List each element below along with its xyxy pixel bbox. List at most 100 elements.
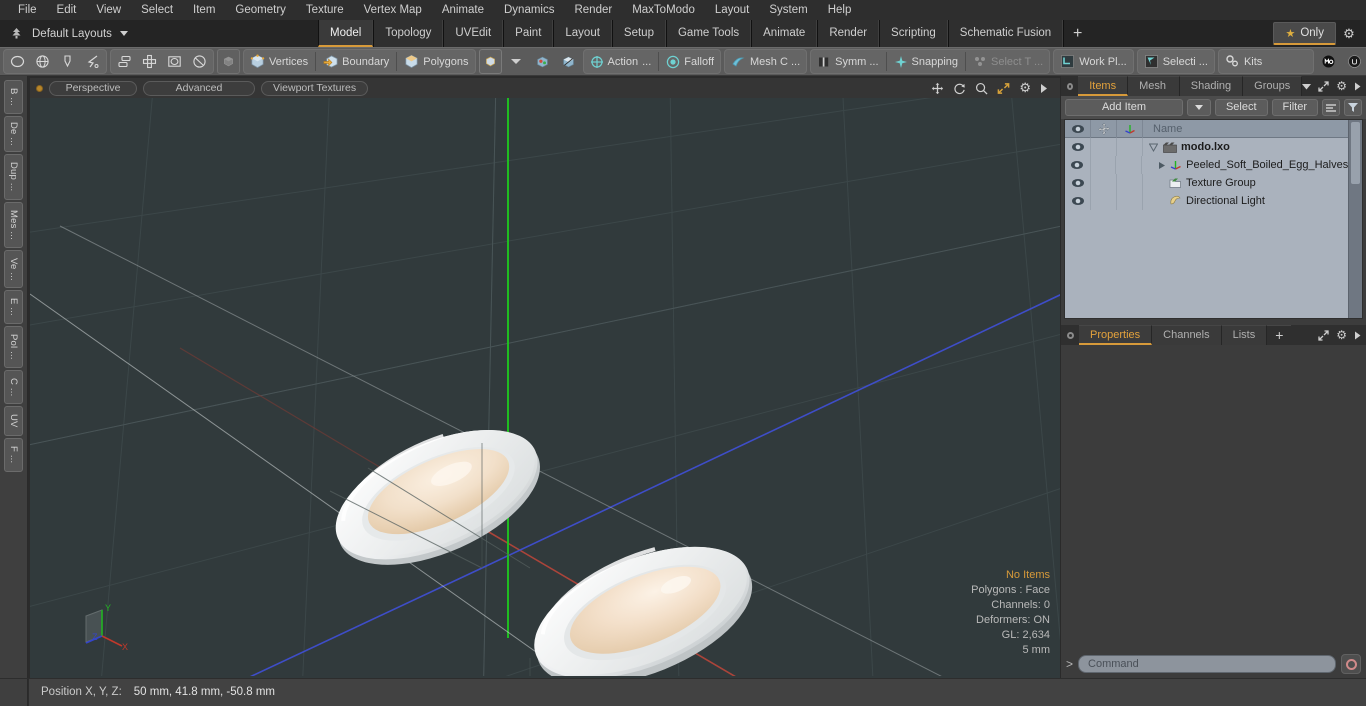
unreal-badge-icon[interactable] bbox=[1343, 50, 1366, 73]
layout-selector[interactable]: Default Layouts bbox=[0, 20, 318, 47]
table-row[interactable]: Texture Group bbox=[1065, 174, 1348, 192]
workplane-button[interactable]: Work Pl... bbox=[1055, 50, 1131, 73]
tab-shading[interactable]: Shading bbox=[1179, 76, 1244, 96]
plus-frame-icon[interactable] bbox=[137, 50, 162, 73]
expand-icon[interactable] bbox=[1318, 329, 1329, 341]
item-list-scrollbar[interactable] bbox=[1348, 120, 1362, 318]
tab-lists[interactable]: Lists bbox=[1221, 325, 1268, 345]
item-list[interactable]: Name modo.lxo Peeled_Soft_Boiled_Egg_Hal… bbox=[1064, 119, 1363, 319]
viewport-shading-mode[interactable]: Advanced bbox=[143, 80, 255, 96]
table-row[interactable]: modo.lxo bbox=[1065, 138, 1348, 156]
vertical-tab-curve[interactable]: C ... bbox=[4, 370, 23, 404]
pen-icon[interactable] bbox=[55, 50, 80, 73]
selection-mode-polygons[interactable]: Polygons bbox=[399, 50, 473, 73]
filter-button[interactable]: Filter bbox=[1271, 99, 1318, 116]
eye-icon[interactable] bbox=[1065, 174, 1091, 192]
menu-item-system[interactable]: System bbox=[759, 0, 817, 20]
vertical-tab-deform[interactable]: De ... bbox=[4, 116, 23, 152]
tab-paint[interactable]: Paint bbox=[503, 20, 554, 47]
menu-item-animate[interactable]: Animate bbox=[432, 0, 494, 20]
tab-uvedit[interactable]: UVEdit bbox=[443, 20, 504, 47]
add-item-dropdown-icon[interactable] bbox=[1186, 99, 1211, 116]
item-cube-icon[interactable] bbox=[478, 49, 502, 74]
falloff-button[interactable]: Falloff bbox=[661, 50, 719, 73]
menu-item-render[interactable]: Render bbox=[564, 0, 622, 20]
menu-item-geometry[interactable]: Geometry bbox=[225, 0, 296, 20]
viewport-textures-mode[interactable]: Viewport Textures bbox=[261, 80, 369, 96]
tab-game-tools[interactable]: Game Tools bbox=[665, 20, 752, 47]
globe-icon[interactable] bbox=[30, 50, 55, 73]
selection-mode-vertices[interactable]: Vertices bbox=[245, 50, 313, 73]
eye-icon[interactable] bbox=[1065, 156, 1091, 174]
item-row-content[interactable]: Directional Light bbox=[1143, 195, 1265, 207]
item-row-content[interactable]: Peeled_Soft_Boiled_Egg_Halves bbox=[1142, 159, 1348, 171]
rotate-icon[interactable] bbox=[953, 82, 966, 95]
tab-schematic-fusion[interactable]: Schematic Fusion bbox=[947, 20, 1064, 47]
expander-collapsed-icon[interactable] bbox=[1158, 161, 1166, 170]
scrollbar-thumb[interactable] bbox=[1351, 122, 1360, 184]
table-row[interactable]: Peeled_Soft_Boiled_Egg_Halves bbox=[1065, 156, 1348, 174]
kits-button[interactable]: Kits bbox=[1220, 50, 1312, 73]
lasso-icon[interactable] bbox=[80, 50, 105, 73]
chevron-right-icon[interactable] bbox=[1354, 331, 1361, 340]
selection-mode-boundary[interactable]: Boundary bbox=[318, 50, 394, 73]
action-center-button[interactable]: Action ... bbox=[585, 50, 657, 73]
gear-icon[interactable]: ⚙ bbox=[1019, 80, 1031, 96]
menu-item-vertex-map[interactable]: Vertex Map bbox=[354, 0, 432, 20]
vertical-tab-basic[interactable]: B ... bbox=[4, 80, 23, 114]
menu-item-edit[interactable]: Edit bbox=[47, 0, 87, 20]
fit-icon[interactable] bbox=[997, 82, 1010, 95]
add-properties-tab-button[interactable]: + bbox=[1267, 325, 1292, 345]
tab-items[interactable]: Items bbox=[1078, 76, 1129, 96]
list-icon[interactable] bbox=[1322, 99, 1340, 116]
menu-item-select[interactable]: Select bbox=[131, 0, 183, 20]
add-tab-button[interactable]: + bbox=[1063, 20, 1091, 47]
command-input[interactable]: Command bbox=[1078, 655, 1336, 673]
zoom-icon[interactable] bbox=[975, 82, 988, 95]
viewport-3d[interactable]: Y X Z No Items Polygons : Face Channels:… bbox=[30, 98, 1060, 678]
move-icon[interactable] bbox=[931, 82, 944, 95]
menu-item-file[interactable]: File bbox=[8, 0, 47, 20]
tab-model[interactable]: Model bbox=[318, 20, 374, 47]
table-row[interactable]: Directional Light bbox=[1065, 192, 1348, 210]
add-item-button[interactable]: Add Item bbox=[1065, 99, 1183, 116]
tab-channels[interactable]: Channels bbox=[1152, 325, 1222, 345]
tab-setup[interactable]: Setup bbox=[611, 20, 666, 47]
eye-icon[interactable] bbox=[1065, 138, 1091, 156]
vertical-tab-uv[interactable]: UV bbox=[4, 406, 23, 436]
tab-render[interactable]: Render bbox=[817, 20, 880, 47]
center-axis-icon[interactable] bbox=[557, 50, 580, 73]
vertical-tab-vertex[interactable]: Ve ... bbox=[4, 250, 23, 288]
chevron-right-icon[interactable] bbox=[1040, 83, 1048, 94]
record-icon[interactable] bbox=[1341, 654, 1361, 674]
tab-layout[interactable]: Layout bbox=[553, 20, 612, 47]
select-button[interactable]: Select bbox=[1214, 99, 1268, 116]
center-pivot-icon[interactable] bbox=[531, 50, 554, 73]
circle-icon[interactable] bbox=[5, 50, 30, 73]
tab-properties[interactable]: Properties bbox=[1079, 325, 1153, 345]
mesh-constraint-button[interactable]: Mesh C ... bbox=[726, 50, 805, 73]
vertical-tab-polygon[interactable]: Pol ... bbox=[4, 326, 23, 368]
chevron-right-icon[interactable] bbox=[1354, 82, 1361, 91]
menu-item-maxtomodo[interactable]: MaxToModo bbox=[622, 0, 705, 20]
vertical-tab-mesh[interactable]: Mes ... bbox=[4, 202, 23, 248]
gear-icon[interactable]: ⚙ bbox=[1336, 20, 1362, 47]
stack-icon[interactable] bbox=[112, 50, 137, 73]
viewport-view-mode[interactable]: Perspective bbox=[49, 80, 137, 96]
snapping-button[interactable]: Snapping bbox=[889, 50, 964, 73]
tab-topology[interactable]: Topology bbox=[373, 20, 444, 47]
modo-badge-icon[interactable] bbox=[1317, 50, 1340, 73]
funnel-icon[interactable] bbox=[1344, 99, 1362, 116]
menu-item-item[interactable]: Item bbox=[183, 0, 225, 20]
expander-expanded-icon[interactable] bbox=[1149, 143, 1159, 152]
symmetry-button[interactable]: Symm ... bbox=[812, 50, 883, 73]
tab-groups[interactable]: Groups bbox=[1243, 76, 1303, 96]
select-through-button[interactable]: Select T ... bbox=[968, 50, 1048, 73]
circle-frame-icon[interactable] bbox=[187, 50, 212, 73]
vertical-tab-edge[interactable]: E ... bbox=[4, 290, 23, 324]
selection-cube-icon[interactable] bbox=[217, 49, 240, 74]
gear-icon[interactable]: ⚙ bbox=[1336, 328, 1347, 342]
vertical-tab-fusion[interactable]: F ... bbox=[4, 438, 23, 472]
selection-set-button[interactable]: Selecti ... bbox=[1139, 50, 1213, 73]
menu-item-dynamics[interactable]: Dynamics bbox=[494, 0, 564, 20]
